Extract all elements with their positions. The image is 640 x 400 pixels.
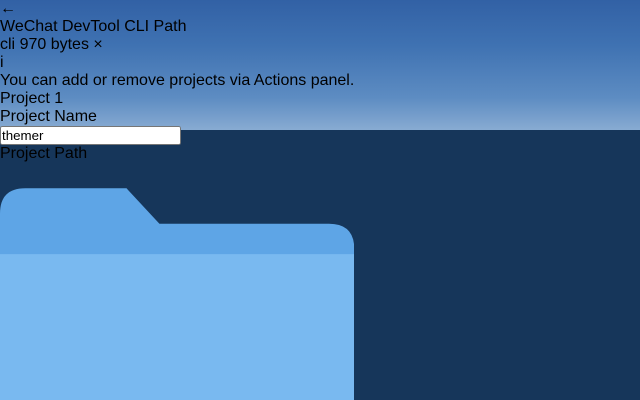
cli-path-field[interactable]: cli 970 bytes × <box>0 36 354 54</box>
project-1-path-field[interactable]: themer <box>0 163 354 400</box>
project-1-title: Project 1 <box>0 90 354 108</box>
project-1-name-field[interactable] <box>0 126 354 145</box>
remove-file-icon[interactable]: × <box>93 36 102 53</box>
cli-tag-size: 970 bytes <box>20 36 89 53</box>
project-1-name-label: Project Name <box>0 108 354 126</box>
back-arrow-icon: ← <box>0 0 16 17</box>
cli-path-label: WeChat DevTool CLI Path <box>0 18 354 36</box>
cli-tag-name: cli <box>0 36 15 53</box>
back-button[interactable]: ← <box>0 0 354 18</box>
project-1-name-input[interactable] <box>0 126 181 145</box>
form-hint: You can add or remove projects via Actio… <box>0 72 354 90</box>
info-icon[interactable]: i <box>0 54 354 72</box>
folder-icon <box>0 163 354 400</box>
extension-window: ← WeChat DevTool CLI Path cli 970 bytes … <box>0 0 354 400</box>
project-1-path-label: Project Path <box>0 145 354 163</box>
desktop: ← WeChat DevTool CLI Path cli 970 bytes … <box>0 0 640 400</box>
